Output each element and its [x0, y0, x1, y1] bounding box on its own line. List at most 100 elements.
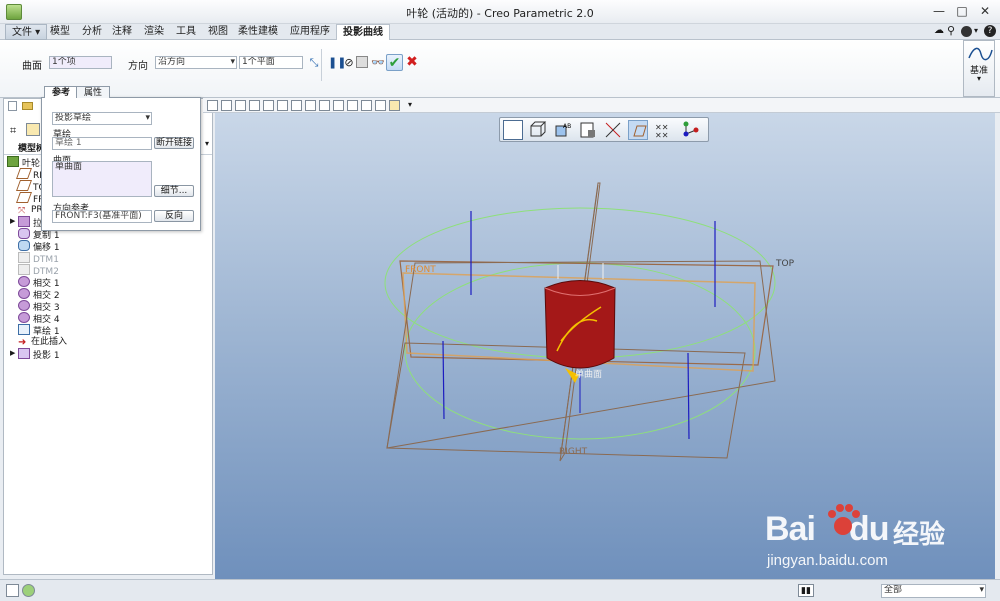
in-graphics-toolbar: AB ✕✕ ✕✕ — [499, 117, 709, 142]
pause-icon[interactable]: ❚❚ — [328, 56, 346, 70]
zoom-to-fit-icon[interactable] — [503, 120, 523, 140]
no-preview-icon[interactable]: ⊘ — [342, 56, 356, 70]
plane-collector[interactable]: 1个平面 — [239, 56, 303, 69]
tree-item-project-1[interactable]: 投影 1 — [18, 348, 60, 361]
help-icon[interactable]: ? — [984, 25, 996, 37]
extrude-icon — [18, 216, 30, 227]
saved-view-icon[interactable]: AB — [553, 120, 573, 140]
tree-item-sketch-1[interactable]: 草绘 1 — [18, 324, 60, 337]
minimize-button[interactable]: — — [928, 3, 950, 19]
layer-icon[interactable] — [26, 123, 40, 136]
tab-references[interactable]: 参考 — [44, 86, 79, 98]
glasses-icon[interactable]: 👓 — [370, 56, 386, 70]
datum-plane-icon — [15, 180, 33, 191]
tree-item-intersect-4[interactable]: 相交 4 — [18, 312, 60, 325]
watermark-cn: 经验 — [893, 520, 946, 550]
chevron-down-icon[interactable]: ▾ — [408, 100, 412, 109]
tab-file[interactable]: 文件 ▾ — [5, 24, 48, 40]
axis-display-icon[interactable] — [389, 100, 400, 111]
repaint-icon[interactable] — [249, 100, 260, 111]
ribbon-tab-bar: 文件 ▾ 模型 分析 注释 渲染 工具 视图 柔性建模 应用程序 投影曲线 ☁ … — [0, 24, 1000, 41]
navigator-toggle-icon[interactable] — [6, 584, 19, 597]
display-style-icon[interactable] — [528, 120, 548, 140]
confirm-button[interactable]: ✔ — [386, 54, 403, 71]
csys-display-icon[interactable] — [680, 120, 700, 140]
surface-collector[interactable]: 1个项 — [49, 56, 112, 69]
zoom-out-icon[interactable] — [235, 100, 246, 111]
view-manager-icon[interactable] — [578, 120, 598, 140]
refit-icon[interactable] — [207, 100, 218, 111]
reverse-button[interactable]: 反向 — [154, 210, 194, 222]
tree-item-offset[interactable]: 偏移 1 — [18, 240, 60, 253]
tab-render[interactable]: 渲染 — [138, 24, 170, 40]
datum-plane-icon — [15, 192, 33, 203]
new-file-icon[interactable] — [8, 101, 17, 111]
zoom-in-icon[interactable] — [221, 100, 232, 111]
tab-project-curve[interactable]: 投影曲线 — [336, 24, 390, 41]
datum-plane-icon — [18, 264, 30, 275]
project-mode-select[interactable]: 投影草绘 ▾ — [52, 112, 152, 125]
annotation-display-icon[interactable] — [319, 100, 330, 111]
maximize-button[interactable]: □ — [951, 3, 973, 19]
tree-item-insert-here[interactable]: ➜ 在此插入 — [18, 336, 67, 348]
tab-properties[interactable]: 属性 — [76, 86, 111, 98]
verify-icon[interactable] — [356, 56, 368, 68]
expand-arrow-icon[interactable]: ▶ — [10, 217, 15, 225]
tree-item-intersect-2[interactable]: 相交 2 — [18, 288, 60, 301]
tab-applications[interactable]: 应用程序 — [284, 24, 336, 40]
close-button[interactable]: ✕ — [974, 3, 996, 19]
perspective-icon[interactable] — [347, 100, 358, 111]
flip-direction-icon[interactable]: ⤡ — [307, 56, 321, 70]
tree-item-dtm1[interactable]: DTM1 — [18, 252, 59, 265]
point-display-icon[interactable]: ✕✕ ✕✕ — [653, 120, 673, 140]
tab-flexible-modeling[interactable]: 柔性建模 — [232, 24, 284, 40]
datum-plane-display-icon[interactable] — [628, 120, 648, 140]
details-button[interactable]: 细节... — [154, 185, 194, 197]
break-link-button[interactable]: 断开链接 — [154, 137, 194, 149]
tab-view[interactable]: 视图 — [202, 24, 234, 40]
selection-filter-icon[interactable]: ▮▮ — [798, 584, 814, 597]
sketch-collector[interactable]: 草绘 1 — [52, 137, 152, 150]
copy-icon — [18, 228, 30, 239]
tree-item-dtm2[interactable]: DTM2 — [18, 264, 59, 277]
display-style-icon[interactable] — [263, 100, 274, 111]
cloud-icon[interactable]: ☁ — [934, 26, 944, 36]
intersect-icon — [18, 312, 30, 323]
direction-select[interactable]: 沿方向 ▾ — [155, 56, 237, 69]
status-bar: ▮▮ 全部 ▾ — [0, 579, 1000, 601]
datum-axis-display-icon[interactable] — [603, 120, 623, 140]
tab-analysis[interactable]: 分析 — [76, 24, 108, 40]
datum-group[interactable]: 基准 ▾ — [963, 40, 995, 97]
surface-list[interactable]: 单曲面 — [52, 161, 152, 197]
datum-display-icon[interactable] — [305, 100, 316, 111]
axis-line — [687, 352, 690, 440]
svg-text:AB: AB — [563, 123, 571, 130]
tab-annotate[interactable]: 注释 — [106, 24, 138, 40]
list-item[interactable]: 单曲面 — [55, 162, 149, 173]
paw-logo-icon — [828, 504, 860, 535]
datum-plane-icon — [18, 252, 30, 263]
direction-reference-collector[interactable]: FRONT:F3(基准平面) — [52, 210, 152, 223]
search-icon[interactable]: ⚲ — [947, 25, 957, 36]
tree-options-chevron-icon[interactable]: ▾ — [205, 139, 209, 148]
tab-tools[interactable]: 工具 — [170, 24, 202, 40]
model-tree-icon[interactable]: ⌗ — [10, 124, 22, 137]
point-display-icon[interactable] — [375, 100, 386, 111]
open-folder-icon[interactable] — [22, 102, 33, 110]
direction-label: 方向 — [128, 61, 148, 72]
browser-toggle-icon[interactable] — [22, 584, 35, 597]
settings-icon[interactable] — [961, 26, 972, 37]
chevron-down-icon[interactable]: ▾ — [974, 26, 978, 35]
csys-display-icon[interactable] — [361, 100, 372, 111]
tab-model[interactable]: 模型 — [44, 24, 76, 40]
selection-filter-select[interactable]: 全部 ▾ — [881, 584, 986, 598]
view-manager-icon[interactable] — [291, 100, 302, 111]
saved-orientations-icon[interactable] — [277, 100, 288, 111]
ribbon-divider — [321, 49, 322, 81]
tree-item-intersect-3[interactable]: 相交 3 — [18, 300, 60, 313]
tree-item-intersect-1[interactable]: 相交 1 — [18, 276, 60, 289]
single-surface[interactable] — [544, 280, 616, 369]
cancel-button[interactable]: ✖ — [405, 55, 419, 69]
spin-center-icon[interactable] — [333, 100, 344, 111]
expand-arrow-icon[interactable]: ▶ — [10, 349, 15, 357]
